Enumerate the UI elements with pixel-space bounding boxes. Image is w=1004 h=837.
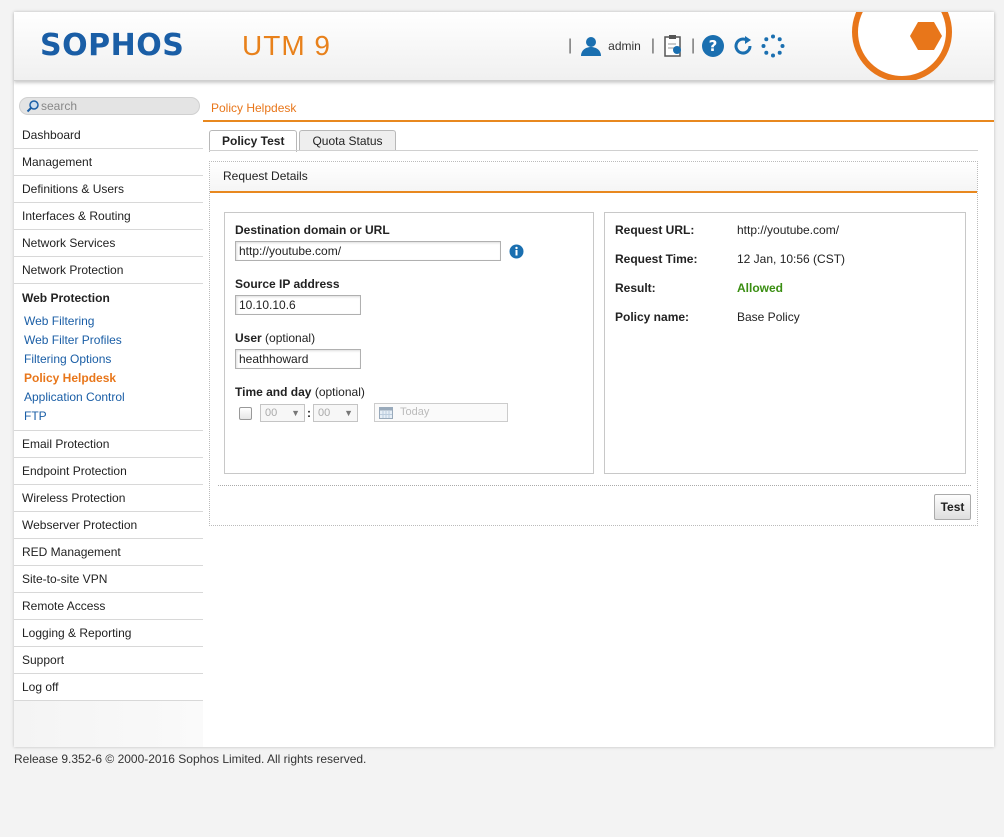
- date-placeholder: Today: [400, 406, 430, 418]
- brand-orb-logo: [852, 12, 952, 80]
- time-enable-checkbox[interactable]: [239, 407, 252, 420]
- search-input[interactable]: search: [19, 97, 200, 115]
- hour-value: 00: [265, 407, 278, 419]
- source-ip-label: Source IP address: [235, 277, 340, 291]
- tab-divider: [209, 150, 978, 151]
- request-time-label: Request Time:: [615, 252, 698, 266]
- release-footer: Release 9.352-6 © 2000-2016 Sophos Limit…: [14, 752, 367, 766]
- dest-label: Destination domain or URL: [235, 223, 390, 237]
- breadcrumb: Policy Helpdesk: [211, 101, 297, 115]
- sidebar-subitem-web-filtering[interactable]: Web Filtering: [14, 312, 203, 331]
- sidebar-item-wireless-protection[interactable]: Wireless Protection: [14, 485, 203, 512]
- sidebar-item-endpoint-protection[interactable]: Endpoint Protection: [14, 458, 203, 485]
- sidebar-item-network-protection[interactable]: Network Protection: [14, 257, 203, 284]
- sidebar-item-email-protection[interactable]: Email Protection: [14, 431, 203, 458]
- minute-select[interactable]: 00 ▼: [313, 404, 358, 422]
- request-form: Destination domain or URL Source IP addr…: [224, 212, 594, 474]
- panel-title: Request Details: [210, 162, 977, 193]
- result-label: Result:: [615, 281, 656, 295]
- hour-select[interactable]: 00 ▼: [260, 404, 305, 422]
- sidebar-subitem-ftp[interactable]: FTP: [14, 407, 203, 426]
- user-optional-hint: (optional): [265, 331, 316, 345]
- tab-policy-test[interactable]: Policy Test: [209, 130, 298, 152]
- user-icon[interactable]: [578, 34, 602, 58]
- minute-value: 00: [318, 407, 331, 419]
- sophos-logo[interactable]: SOPHOS: [40, 28, 184, 63]
- sidebar-item-support[interactable]: Support: [14, 647, 203, 674]
- sidebar-item-dashboard[interactable]: Dashboard: [14, 122, 203, 149]
- search-placeholder: search: [41, 99, 78, 113]
- chevron-down-icon: ▼: [291, 408, 300, 418]
- tab-quota-status[interactable]: Quota Status: [299, 130, 396, 151]
- sidebar-item-red-management[interactable]: RED Management: [14, 539, 203, 566]
- time-label-text: Time and day: [235, 385, 312, 399]
- sidebar-subitem-application-control[interactable]: Application Control: [14, 388, 203, 407]
- calendar-icon[interactable]: [379, 406, 393, 425]
- sidebar-item-web-protection[interactable]: Web Protection: [14, 284, 203, 312]
- sidebar-item-site-to-site-vpn[interactable]: Site-to-site VPN: [14, 566, 203, 593]
- user-label-text: User: [235, 331, 262, 345]
- test-button[interactable]: Test: [934, 494, 971, 520]
- header-toolbar: | admin | | ?: [568, 34, 785, 58]
- sidebar-item-interfaces-routing[interactable]: Interfaces & Routing: [14, 203, 203, 230]
- user-label: User (optional): [235, 331, 315, 345]
- sidebar-item-log-off[interactable]: Log off: [14, 674, 203, 701]
- time-colon: :: [307, 406, 311, 420]
- search-icon: [26, 99, 40, 116]
- hexagon-icon: [910, 22, 942, 50]
- policy-name-label: Policy name:: [615, 310, 690, 324]
- activity-icon[interactable]: [761, 34, 785, 58]
- request-url-value: http://youtube.com/: [737, 223, 840, 237]
- sidebar: Dashboard Management Definitions & Users…: [14, 122, 203, 747]
- request-time-value: 12 Jan, 10:56 (CST): [737, 252, 846, 266]
- breadcrumb-bar: Policy Helpdesk: [203, 96, 994, 122]
- sidebar-item-management[interactable]: Management: [14, 149, 203, 176]
- sidebar-item-network-services[interactable]: Network Services: [14, 230, 203, 257]
- date-input[interactable]: Today: [374, 403, 508, 422]
- separator: |: [691, 37, 696, 54]
- sidebar-subitem-policy-helpdesk[interactable]: Policy Helpdesk: [14, 369, 203, 388]
- tab-bar: Policy Test Quota Status: [209, 130, 396, 152]
- sidebar-item-logging-reporting[interactable]: Logging & Reporting: [14, 620, 203, 647]
- source-ip-input[interactable]: [235, 295, 361, 315]
- admin-username[interactable]: admin: [608, 39, 641, 53]
- sidebar-subitem-filtering-options[interactable]: Filtering Options: [14, 350, 203, 369]
- web-protection-submenu: Web Filtering Web Filter Profiles Filter…: [14, 312, 203, 426]
- destination-url-input[interactable]: [235, 241, 501, 261]
- chevron-down-icon: ▼: [344, 408, 353, 418]
- user-input[interactable]: [235, 349, 361, 369]
- sidebar-subitem-web-filter-profiles[interactable]: Web Filter Profiles: [14, 331, 203, 350]
- product-name: UTM 9: [242, 30, 331, 61]
- time-optional-hint: (optional): [314, 385, 365, 399]
- separator: |: [650, 37, 655, 54]
- result-status: Allowed: [737, 281, 784, 295]
- info-icon[interactable]: [509, 244, 524, 262]
- divider: [218, 485, 971, 486]
- time-day-label: Time and day (optional): [235, 385, 365, 399]
- result-box: Request URL: http://youtube.com/ Request…: [604, 212, 966, 474]
- policy-name-value: Base Policy: [737, 310, 800, 324]
- help-icon[interactable]: ?: [701, 34, 725, 58]
- sidebar-item-definitions-users[interactable]: Definitions & Users: [14, 176, 203, 203]
- request-details-panel: Request Details Destination domain or UR…: [209, 161, 978, 526]
- sidebar-item-webserver-protection[interactable]: Webserver Protection: [14, 512, 203, 539]
- notes-icon[interactable]: [661, 34, 685, 58]
- top-header: SOPHOS UTM 9 | admin | | ?: [14, 12, 994, 81]
- request-url-label: Request URL:: [615, 223, 695, 237]
- reload-icon[interactable]: [731, 34, 755, 58]
- sidebar-menu: Dashboard Management Definitions & Users…: [14, 122, 203, 701]
- svg-text:?: ?: [709, 37, 718, 55]
- sidebar-section-web-protection: Web Protection Web Filtering Web Filter …: [14, 284, 203, 431]
- separator: |: [568, 37, 573, 54]
- sidebar-item-remote-access[interactable]: Remote Access: [14, 593, 203, 620]
